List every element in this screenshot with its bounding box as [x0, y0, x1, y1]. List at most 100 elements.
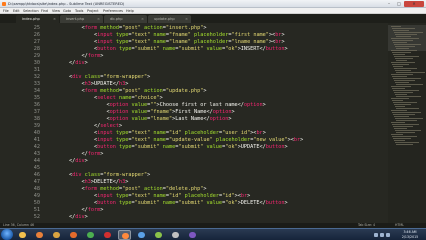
- code-token: "submit": [178, 144, 207, 150]
- code-token: "text": [131, 193, 154, 199]
- taskbar-app[interactable]: [186, 230, 199, 240]
- code-token: <: [44, 193, 98, 199]
- minimap-line: [395, 46, 415, 47]
- taskbar-app[interactable]: [101, 230, 114, 240]
- code-token: name: [153, 39, 166, 45]
- code-token: option: [209, 116, 229, 122]
- code-token: select: [97, 95, 119, 101]
- tab-close-icon[interactable]: ×: [53, 15, 56, 23]
- taskbar-app[interactable]: [50, 230, 63, 240]
- close-button[interactable]: ✕: [404, 1, 424, 7]
- tab[interactable]: insert.php ×: [60, 15, 103, 23]
- taskbar-app[interactable]: [33, 230, 46, 240]
- app-icon: [172, 232, 179, 238]
- minimap[interactable]: [388, 23, 426, 223]
- explorer-icon: [19, 232, 26, 238]
- minimap-line: [393, 42, 407, 43]
- code-token: "lname": [168, 39, 194, 45]
- tab-close-icon[interactable]: ×: [97, 15, 100, 23]
- code-token: "text": [131, 137, 154, 143]
- code-token: >: [284, 46, 288, 52]
- app-icon: [189, 232, 196, 238]
- code-token: select: [100, 123, 119, 129]
- code-token: >Last Name</: [172, 116, 210, 122]
- code-token: <: [44, 116, 110, 122]
- editor[interactable]: 25 26 27 28 29 30 31 32 33 34 35 36 37 38 39 40 41 42 43 44…: [0, 23, 426, 223]
- code-token: "lname": [150, 116, 173, 122]
- code-token: <: [44, 95, 98, 101]
- tab[interactable]: db.php ×: [104, 15, 147, 23]
- taskbar-app[interactable]: [135, 230, 148, 240]
- code-token: option: [109, 109, 132, 115]
- window-title-bar: D:\xampp\htdocs\site\index.php - Sublime…: [0, 0, 426, 8]
- code-token: value: [131, 102, 148, 108]
- minimap-line: [396, 48, 409, 49]
- code-token: >: [281, 39, 285, 45]
- minimap-line: [391, 86, 411, 87]
- tab[interactable]: update.php ×: [148, 15, 191, 23]
- code-token: >INSERT</: [237, 46, 266, 52]
- tab[interactable]: index.php ×: [16, 15, 59, 23]
- code-token: >: [125, 179, 129, 185]
- taskbar-app[interactable]: [118, 230, 131, 240]
- code-token: name: [153, 193, 166, 199]
- maximize-button[interactable]: □: [394, 1, 404, 7]
- code-token: button: [97, 46, 119, 52]
- code-token: <: [44, 32, 98, 38]
- minimap-line: [392, 124, 419, 125]
- taskbar-app[interactable]: [16, 230, 29, 240]
- code-area[interactable]: <form method="post" action="insert.php">…: [44, 23, 374, 223]
- minimap-line: [396, 120, 417, 121]
- start-button[interactable]: [1, 229, 13, 240]
- code-token: </: [44, 53, 88, 59]
- taskbar-app[interactable]: [169, 230, 182, 240]
- code-token: </: [44, 207, 88, 213]
- code-token: "lname name": [231, 39, 269, 45]
- line-number: 40: [33, 130, 40, 136]
- minimap-line: [393, 78, 421, 79]
- code-token: >: [125, 81, 129, 87]
- line-number: 49: [33, 193, 40, 199]
- volume-icon[interactable]: [386, 233, 390, 237]
- code-line: <input type="text" name="id" placeholder…: [44, 130, 266, 137]
- minimap-line: [391, 98, 409, 99]
- code-token: div: [75, 158, 85, 164]
- code-token: "submit": [134, 200, 163, 206]
- taskbar-app[interactable]: [84, 230, 97, 240]
- tab-close-icon[interactable]: ×: [141, 15, 144, 23]
- line-number: 47: [33, 179, 40, 185]
- code-token: value: [131, 116, 148, 122]
- code-token: "first name": [231, 32, 269, 38]
- minimize-button[interactable]: –: [384, 1, 394, 7]
- network-icon[interactable]: [380, 233, 384, 237]
- code-line: </form>: [44, 207, 103, 214]
- tab-close-icon[interactable]: ×: [185, 15, 188, 23]
- code-line: </form>: [44, 151, 103, 158]
- code-token: placeholder: [184, 130, 219, 136]
- clock[interactable]: 3:46 AM 2/13/2015: [398, 230, 422, 240]
- code-token: type: [118, 144, 132, 150]
- minimap-line: [394, 92, 413, 93]
- minimap-line: [394, 44, 421, 45]
- code-line: <select name="choice">: [44, 95, 163, 102]
- code-token: option: [212, 109, 232, 115]
- opera-icon: [104, 232, 111, 238]
- code-line: <div class="form-wrapper">: [44, 74, 150, 81]
- minimap-line: [391, 26, 401, 27]
- code-token: name: [153, 137, 166, 143]
- taskbar-app[interactable]: [152, 230, 165, 240]
- code-token: "post": [122, 186, 144, 192]
- taskbar-app[interactable]: [67, 230, 80, 240]
- line-number: 52: [33, 214, 40, 220]
- code-token: >: [231, 109, 235, 115]
- minimap-line: [394, 140, 405, 141]
- code-token: class: [84, 172, 101, 178]
- code-token: </: [44, 214, 76, 220]
- flag-icon[interactable]: [374, 233, 378, 237]
- code-token: >: [281, 32, 285, 38]
- code-token: >: [100, 53, 104, 59]
- line-number: 48: [33, 186, 40, 192]
- code-line: <form method="post" action="update.php">: [44, 88, 206, 95]
- minimap-line: [393, 114, 415, 115]
- code-token: div: [72, 74, 85, 80]
